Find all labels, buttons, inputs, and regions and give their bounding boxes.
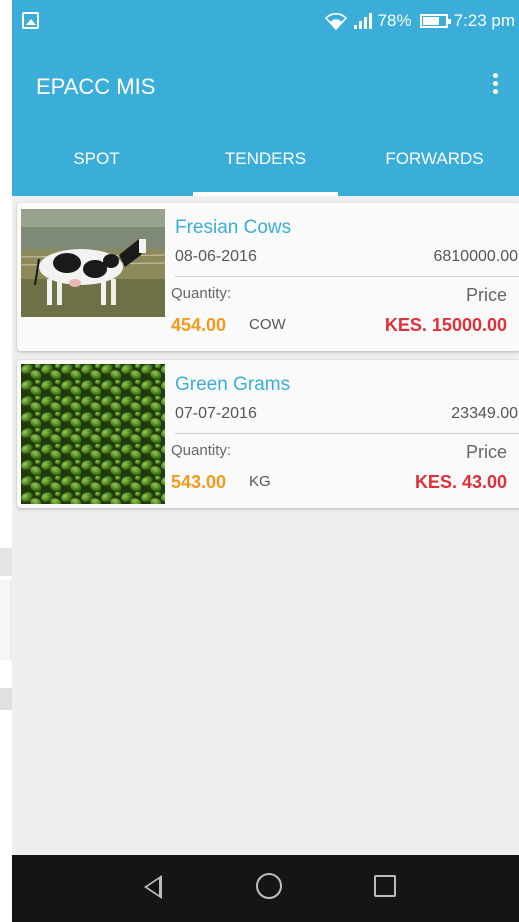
edge-artifact	[0, 548, 12, 576]
green-grams-image	[21, 364, 165, 504]
edge-artifact	[0, 688, 12, 710]
quantity-unit: KG	[249, 473, 271, 490]
app-bar: EPACC MIS	[12, 44, 519, 134]
status-icons: 78% 7:23 pm	[324, 11, 515, 31]
battery-icon	[419, 14, 451, 28]
price-label: Price	[465, 285, 507, 305]
battery-percent: 78%	[377, 11, 412, 30]
tab-tenders[interactable]: TENDERS	[181, 134, 350, 196]
wifi-icon	[324, 13, 347, 30]
cow-image	[21, 209, 165, 317]
tab-bar: SPOT TENDERS FORWARDS	[12, 134, 519, 196]
listing-date: 07-07-2016	[175, 405, 257, 422]
status-bar: 78% 7:23 pm	[12, 0, 519, 44]
system-nav-bar	[12, 855, 519, 922]
overflow-menu-icon[interactable]	[485, 70, 505, 100]
quantity-value: 543.00	[171, 472, 227, 492]
phone-screen: 78% 7:23 pm EPACC MIS SPOT TENDERS FORWA…	[12, 0, 519, 922]
quantity-unit: COW	[249, 316, 286, 333]
listing-card[interactable]: Fresian Cows 08-06-2016 6810000.00 Quant…	[17, 203, 519, 351]
listing-total: 6810000.00	[433, 248, 518, 265]
app-title: EPACC MIS	[36, 74, 156, 99]
home-icon[interactable]	[256, 873, 282, 899]
price-value: KES. 15000.00	[384, 315, 507, 335]
quantity-label: Quantity:	[171, 285, 232, 302]
listing-total: 23349.00	[451, 405, 518, 422]
signal-icon	[353, 13, 372, 29]
divider	[175, 433, 519, 434]
tab-spot[interactable]: SPOT	[12, 134, 181, 196]
tab-forwards[interactable]: FORWARDS	[350, 134, 519, 196]
listing-date: 08-06-2016	[175, 248, 257, 265]
quantity-value: 454.00	[171, 315, 227, 335]
divider	[175, 276, 519, 277]
edge-artifact	[0, 580, 12, 660]
price-label: Price	[465, 442, 507, 462]
clock: 7:23 pm	[453, 11, 515, 30]
listing-card[interactable]: Green Grams 07-07-2016 23349.00 Quantity…	[17, 360, 519, 508]
listing-name: Green Grams	[175, 374, 291, 395]
recent-apps-icon[interactable]	[374, 875, 396, 897]
back-icon[interactable]	[144, 875, 162, 899]
gallery-notification-icon	[22, 12, 39, 29]
listing-name: Fresian Cows	[175, 217, 292, 238]
quantity-label: Quantity:	[171, 442, 232, 459]
price-value: KES. 43.00	[414, 472, 507, 492]
